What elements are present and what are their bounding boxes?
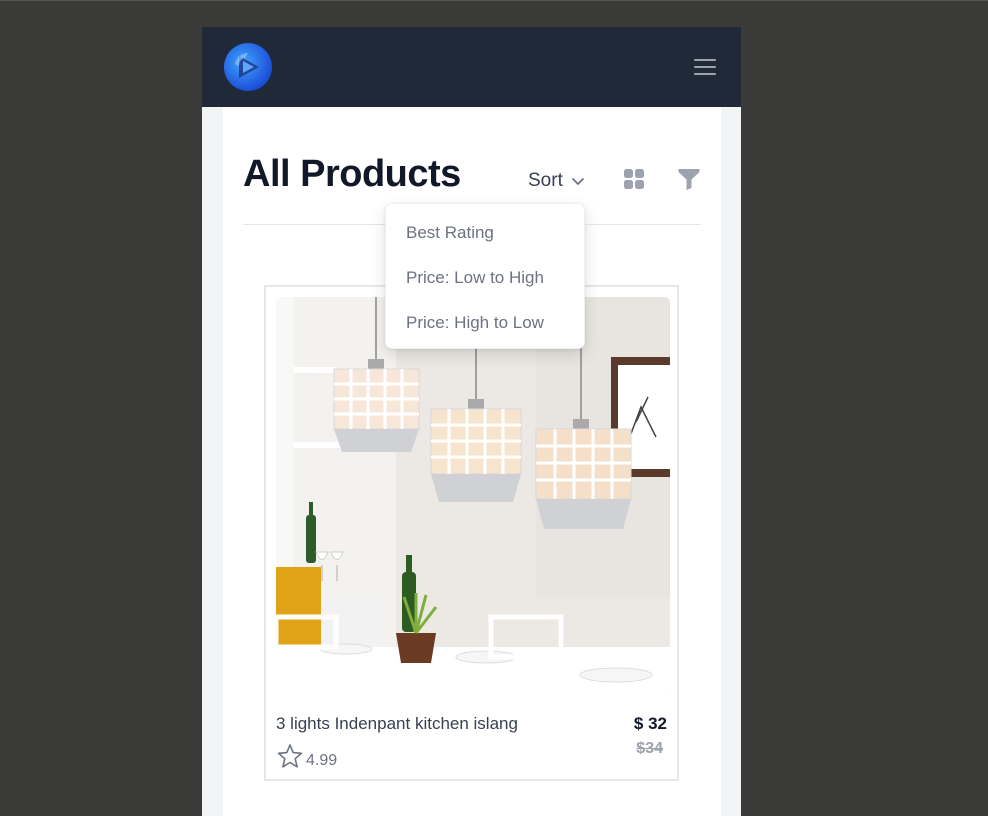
sort-dropdown-menu: Best Rating Price: Low to High Price: Hi… (385, 203, 585, 349)
mobile-viewport: All Products Sort 3 lights Indenpant kit… (202, 27, 741, 816)
product-card[interactable]: 3 lights Indenpant kitchen islang $ 32 $… (264, 285, 679, 781)
sort-option-price-low-high[interactable]: Price: Low to High (386, 260, 586, 296)
product-price: $ 32 (633, 714, 667, 733)
grid-view-icon[interactable] (623, 168, 645, 190)
page-title: All Products (243, 153, 461, 195)
hamburger-line (694, 59, 716, 61)
hamburger-line (694, 66, 716, 68)
product-image[interactable] (276, 297, 670, 691)
filter-icon[interactable] (678, 168, 700, 190)
sort-label: Sort (528, 170, 563, 191)
product-old-price: $34 (636, 740, 663, 757)
sort-option-price-high-low[interactable]: Price: High to Low (386, 305, 586, 341)
sort-option-best-rating[interactable]: Best Rating (386, 215, 586, 251)
star-outline-icon (277, 744, 303, 768)
window-top-edge (0, 0, 988, 1)
product-rating: 4.99 (306, 752, 338, 769)
sort-button[interactable]: Sort (528, 167, 585, 195)
hamburger-icon[interactable] (691, 55, 719, 79)
chevron-down-icon (571, 178, 584, 185)
hamburger-line (694, 73, 716, 75)
navbar (202, 27, 741, 107)
brand-logo-icon[interactable] (223, 42, 273, 92)
product-name[interactable]: 3 lights Indenpant kitchen islang (276, 714, 518, 734)
